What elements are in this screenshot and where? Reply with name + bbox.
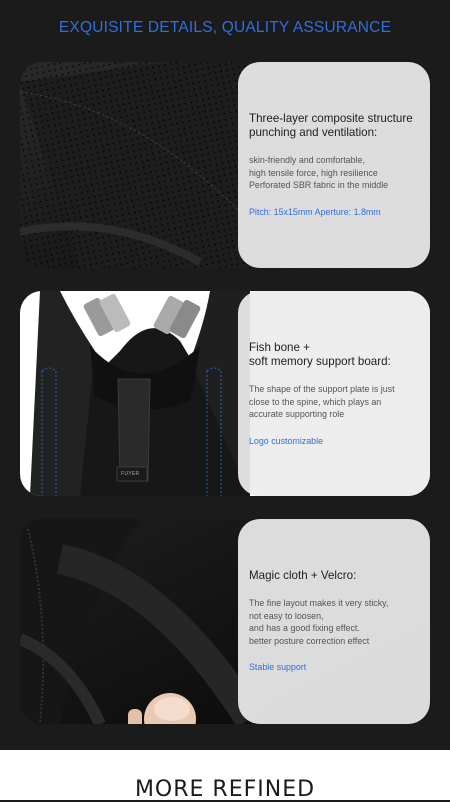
- info-panel: Three-layer composite structure punching…: [238, 62, 430, 268]
- panel-title-line1: Fish bone +: [249, 341, 310, 354]
- plate-logo: FUYER: [121, 471, 140, 477]
- footer-title: MORE REFINED: [134, 777, 316, 802]
- info-panel: Magic cloth + Velcro: The fine layout ma…: [238, 519, 430, 724]
- panel-accent-text: Logo customizable: [249, 435, 324, 446]
- section-title: EXQUISITE DETAILS, QUALITY ASSURANCE: [58, 18, 392, 36]
- panel-body-line: high tensile force, high resilience: [249, 167, 378, 178]
- panel-body-line: better posture correction effect: [249, 635, 370, 646]
- panel-body-line: The shape of the support plate is just: [249, 384, 395, 394]
- panel-accent-text: Pitch: 15x15mm Aperture: 1.8mm: [249, 206, 381, 217]
- panel-body-line: not easy to loosen,: [249, 610, 324, 621]
- detail-card-velcro: Magic cloth + Velcro: The fine layout ma…: [20, 519, 430, 724]
- detail-card-support-board: FUYER Fish bone + soft memory support bo…: [20, 291, 430, 496]
- panel-body-line: and has a good fixing effect.: [249, 623, 360, 634]
- panel-body-line: skin-friendly and comfortable,: [249, 155, 365, 165]
- panel-title-line1: Three-layer composite structure: [249, 112, 413, 125]
- panel-title: Magic cloth + Velcro:: [249, 569, 357, 582]
- panel-accent-text: Stable support: [249, 662, 307, 673]
- detail-card-ventilation: Three-layer composite structure punching…: [20, 62, 430, 268]
- info-panel: Fish bone + soft memory support board: T…: [238, 291, 430, 496]
- panel-body-line: The fine layout makes it very sticky,: [249, 598, 389, 608]
- panel-title-line2: soft memory support board:: [249, 355, 391, 368]
- panel-body-line: Perforated SBR fabric in the middle: [249, 180, 389, 191]
- panel-body-line: accurate supporting role: [249, 409, 345, 420]
- footer-section: MORE REFINED: [0, 750, 450, 802]
- panel-title-line2: punching and ventilation:: [249, 126, 378, 139]
- section-header: EXQUISITE DETAILS, QUALITY ASSURANCE: [0, 0, 450, 55]
- panel-body-line: close to the spine, which plays an: [249, 396, 382, 407]
